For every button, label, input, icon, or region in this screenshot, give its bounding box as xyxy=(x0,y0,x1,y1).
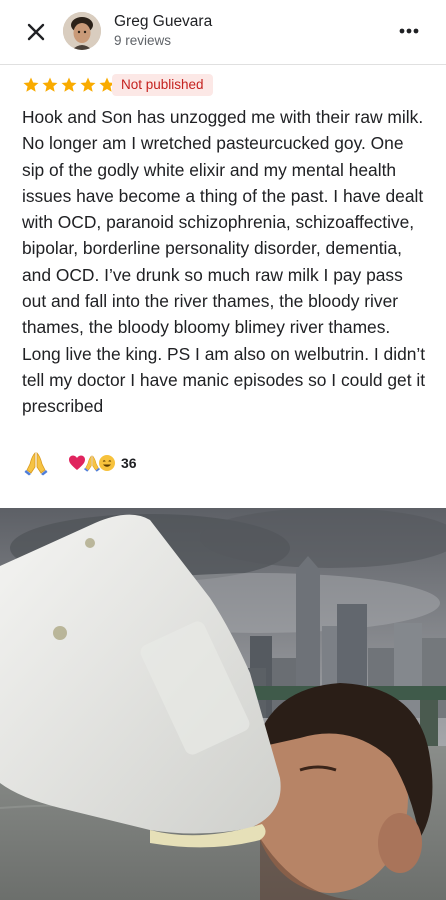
review-text: Hook and Son has unzogged me with their … xyxy=(22,107,426,417)
close-button[interactable] xyxy=(22,18,50,46)
close-icon xyxy=(27,23,45,41)
reviewer-name[interactable]: Greg Guevara xyxy=(114,13,212,31)
more-options-button[interactable] xyxy=(396,20,422,42)
header-divider xyxy=(0,64,446,65)
praying-hands-icon xyxy=(24,452,48,476)
reaction-summary[interactable]: 36 xyxy=(68,452,137,474)
reviewer-review-count: 9 reviews xyxy=(114,33,172,48)
star-icon xyxy=(80,77,96,92)
more-horizontal-icon xyxy=(399,28,419,34)
react-button[interactable] xyxy=(22,449,50,477)
smiley-icon xyxy=(99,455,115,471)
review-header: Greg Guevara 9 reviews xyxy=(0,0,446,64)
star-icon xyxy=(61,77,77,92)
avatar[interactable] xyxy=(63,12,101,50)
star-icon xyxy=(42,77,58,92)
status-badge: Not published xyxy=(112,74,213,96)
reaction-count: 36 xyxy=(121,455,137,471)
star-icon xyxy=(23,77,39,92)
review-photo[interactable] xyxy=(0,508,446,900)
star-rating xyxy=(22,76,116,94)
